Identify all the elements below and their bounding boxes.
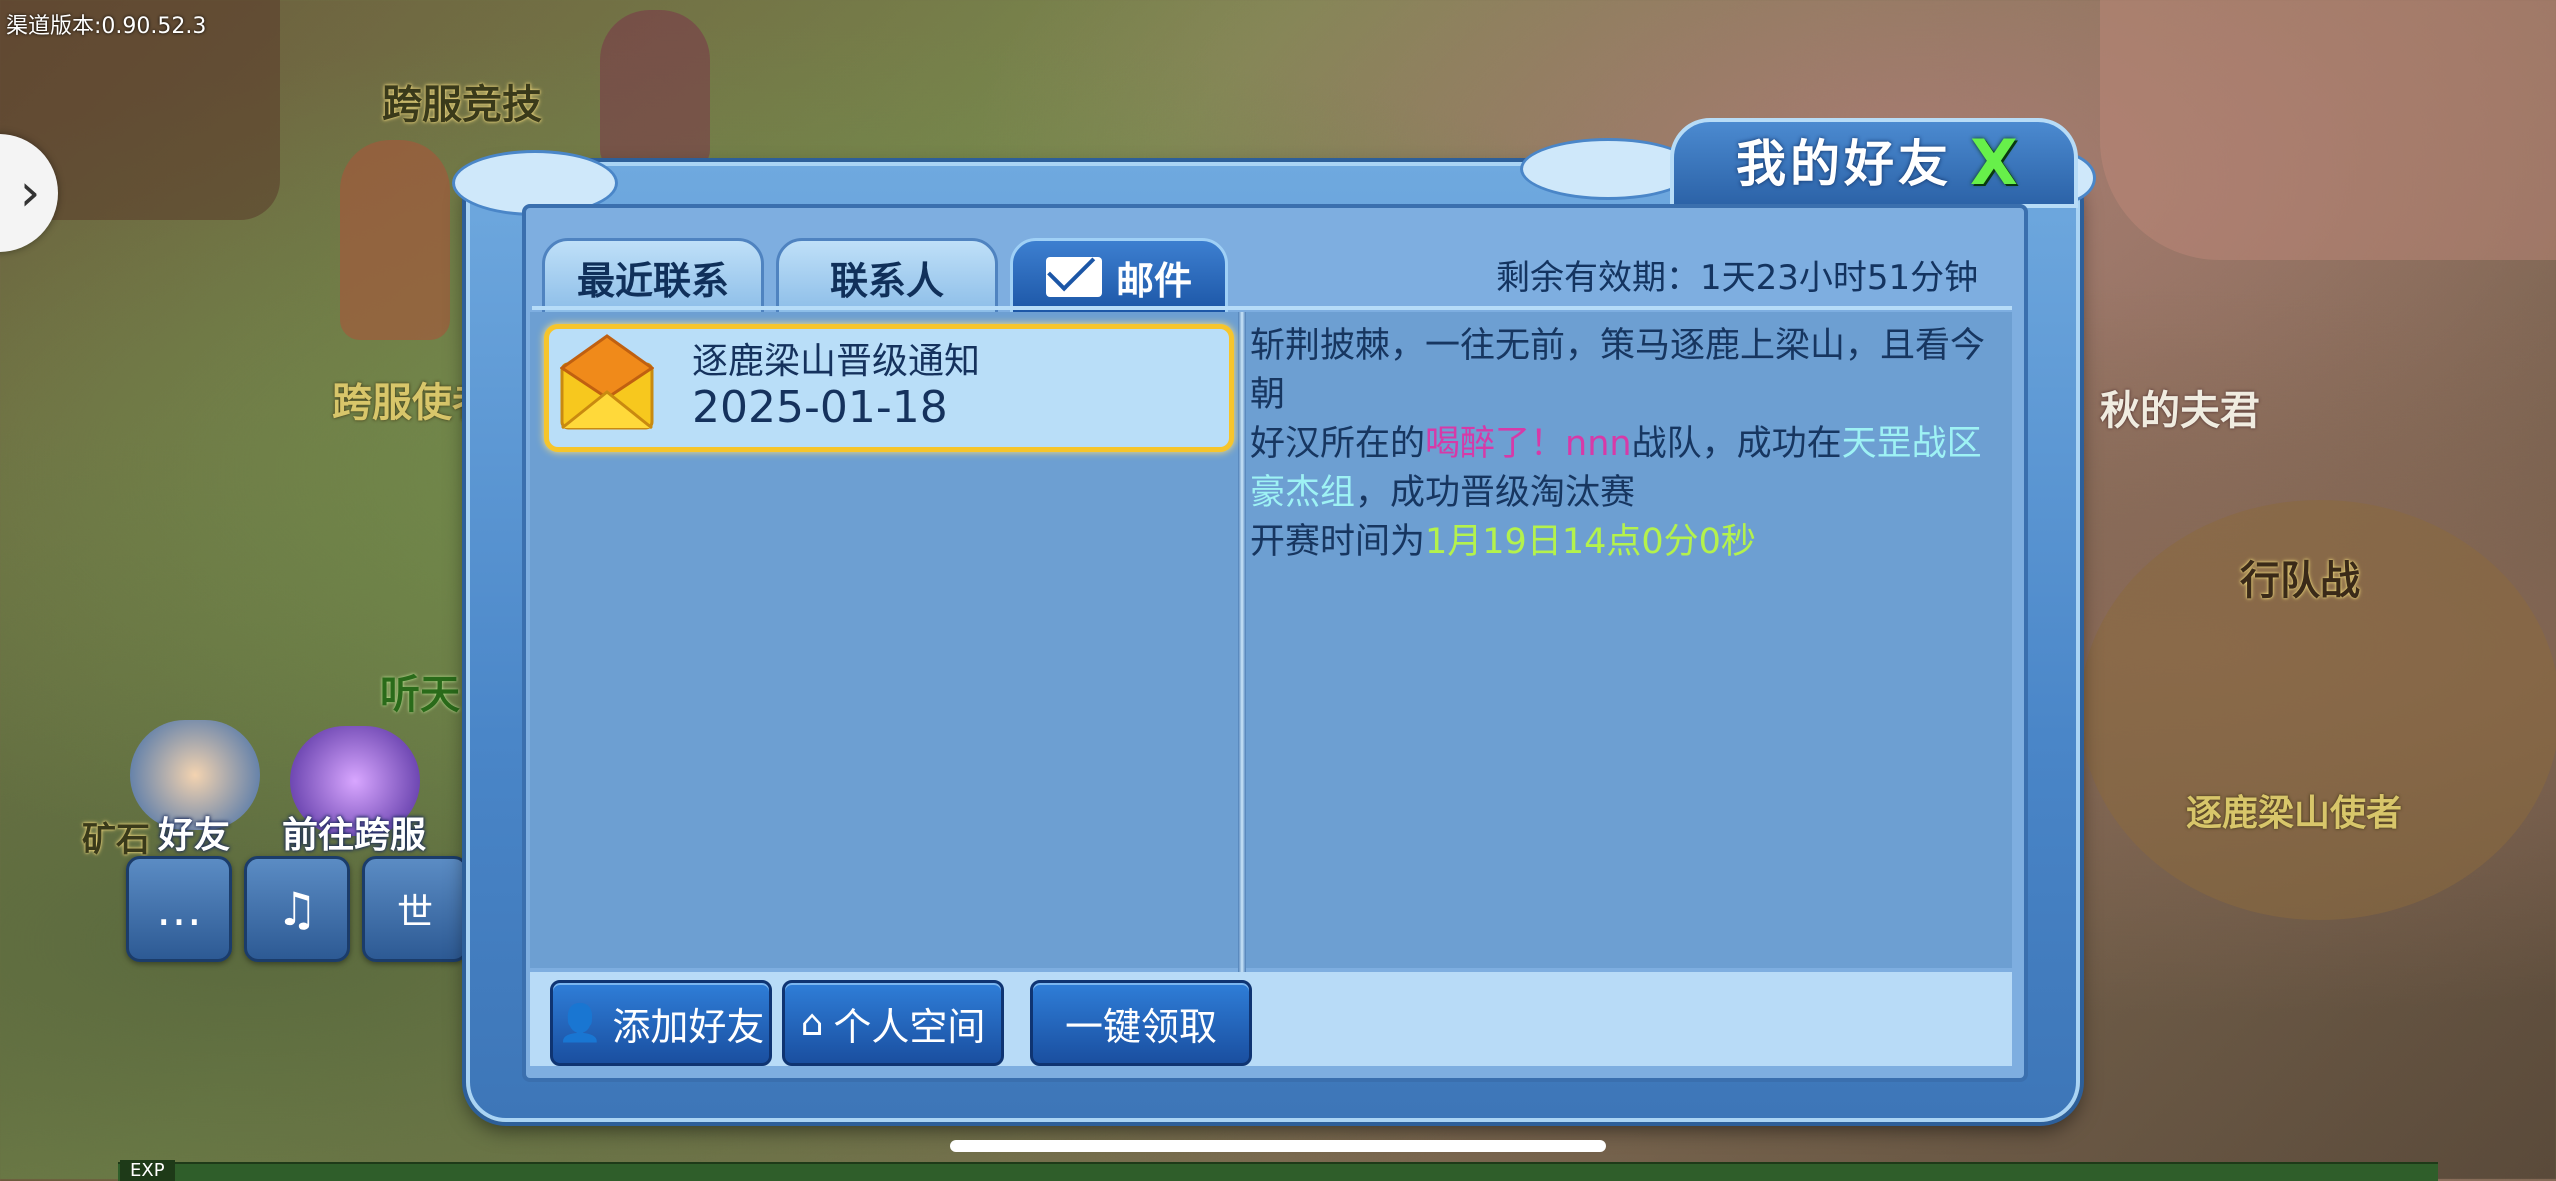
validity-text: 剩余有效期：1天23小时51分钟 xyxy=(1496,258,1979,298)
version-text: 渠道版本:0.90.52.3 xyxy=(6,14,207,39)
tab-label: 邮件 xyxy=(1115,258,1192,303)
mail-text: 开赛时间为 xyxy=(1250,522,1426,562)
map-label-listen[interactable]: 听天 xyxy=(380,662,460,720)
envelope-icon xyxy=(560,334,654,430)
start-time: 1月19日14点0分0秒 xyxy=(1425,522,1756,562)
map-label-autumn-husband[interactable]: 秋的夫君 xyxy=(2100,378,2260,436)
mail-text: ，成功晋级淘汰赛 xyxy=(1355,473,1636,513)
megaphone-icon: ♫ xyxy=(276,882,318,936)
background-pond xyxy=(2100,0,2556,260)
mail-body-line: 好汉所在的喝醉了！nnn战队，成功在天罡战区豪杰组，成功晋级淘汰赛 xyxy=(1250,420,2000,518)
world-chat-button[interactable]: 世 xyxy=(362,856,468,962)
personal-space-button[interactable]: ⌂ 个人空间 xyxy=(782,980,1004,1066)
mail-body: 斩荆披棘，一往无前，策马逐鹿上梁山，且看今朝 好汉所在的喝醉了！nnn战队，成功… xyxy=(1250,322,2000,567)
speaker-button[interactable]: ♫ xyxy=(244,856,350,962)
claim-all-button[interactable]: 一键领取 xyxy=(1030,980,1252,1066)
chat-button[interactable]: … xyxy=(126,856,232,962)
chevron-right-icon: › xyxy=(19,163,41,223)
tab-divider xyxy=(532,306,2012,310)
dialog-title: 我的好友 xyxy=(1736,135,1952,193)
map-label-cross-server-arena[interactable]: 跨服竞技 xyxy=(382,72,542,130)
friends-label: 好友 xyxy=(158,815,231,856)
mail-body-line: 开赛时间为1月19日14点0分0秒 xyxy=(1250,518,2000,567)
background-npc-2 xyxy=(600,10,710,170)
tab-contacts[interactable]: 联系人 xyxy=(776,238,998,316)
tab-mail[interactable]: 邮件 xyxy=(1010,238,1228,316)
map-label-team-battle[interactable]: 行队战 xyxy=(2240,548,2360,606)
mail-text: 战队，成功在 xyxy=(1631,424,1842,464)
close-button[interactable]: X xyxy=(1970,126,2018,199)
claim-all-label: 一键领取 xyxy=(1064,1004,1217,1049)
add-friend-label: 添加好友 xyxy=(612,1004,765,1049)
map-label-mine[interactable]: 矿石 xyxy=(82,812,150,861)
mail-text: 好汉所在的 xyxy=(1250,424,1426,464)
tab-label: 最近联系 xyxy=(576,258,729,303)
background-npc xyxy=(340,140,450,340)
add-user-icon: 👤 xyxy=(557,1003,603,1044)
add-friend-button[interactable]: 👤 添加好友 xyxy=(550,980,772,1066)
personal-space-label: 个人空间 xyxy=(833,1004,986,1049)
world-channel-icon: 世 xyxy=(396,892,433,933)
chat-bubble-icon: … xyxy=(156,882,202,936)
cross-server-label: 前往跨服 xyxy=(282,815,427,856)
mail-subject: 逐鹿梁山晋级通知 xyxy=(692,341,981,382)
map-label-zhulu-envoy[interactable]: 逐鹿梁山使者 xyxy=(2186,784,2402,836)
home-indicator xyxy=(950,1140,1606,1152)
team-name: 喝醉了！nnn xyxy=(1425,424,1632,464)
home-icon: ⌂ xyxy=(800,1002,824,1044)
envelope-icon xyxy=(1045,257,1102,297)
tab-label: 联系人 xyxy=(829,258,944,303)
mail-body-line: 斩荆披棘，一往无前，策马逐鹿上梁山，且看今朝 xyxy=(1250,326,1986,415)
tab-recent-contacts[interactable]: 最近联系 xyxy=(542,238,764,316)
pane-divider xyxy=(1238,312,1246,972)
exp-label: EXP xyxy=(120,1160,175,1181)
exp-bar xyxy=(118,1162,2438,1181)
mail-date: 2025-01-18 xyxy=(692,382,948,433)
